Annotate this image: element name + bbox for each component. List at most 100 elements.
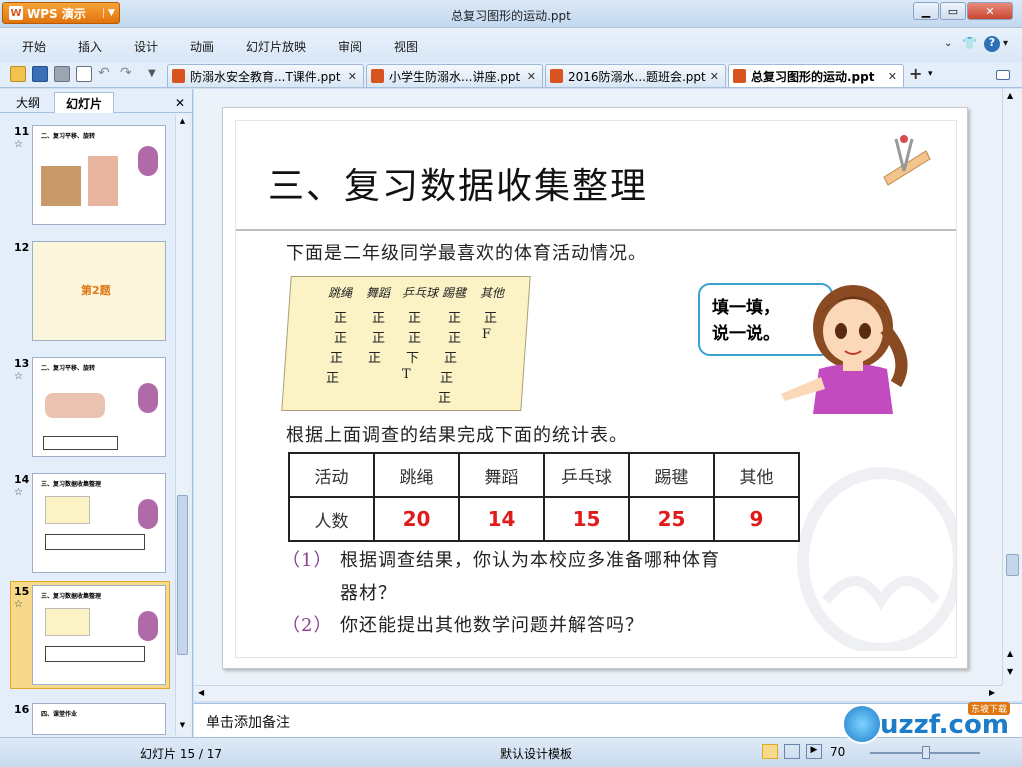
window-title: 总复习图形的运动.ppt <box>451 9 571 23</box>
slide-thumbnail: 四、课堂作业 <box>32 703 166 735</box>
slide-number: 14 <box>14 473 30 486</box>
menu-bar: 开始 插入 设计 动画 幻灯片放映 审阅 视图 ⌄ 👕 ? ▾ <box>0 28 1022 62</box>
doc-tab-label: 2016防溺水...题班会.ppt <box>568 69 706 84</box>
thumb-image <box>45 608 90 636</box>
scroll-left-icon[interactable]: ◀ <box>198 688 204 697</box>
help-icon[interactable]: ? <box>984 36 1000 52</box>
thumb-image <box>41 166 81 206</box>
slide-title: 三、复习数据收集整理 <box>268 166 649 207</box>
table-header-cell: 踢毽 <box>628 452 715 498</box>
tally-mark: 正 <box>448 311 462 326</box>
question-1-text: 根据调查结果，你认为本校应多准备哪种体育 <box>340 550 720 571</box>
print-icon[interactable] <box>54 66 70 82</box>
redo-icon[interactable]: ↷ <box>120 65 136 81</box>
new-tab-icon[interactable]: + <box>909 64 925 83</box>
scroll-right-icon[interactable]: ▶ <box>989 688 995 697</box>
open-icon[interactable] <box>10 66 26 82</box>
close-button[interactable]: ✕ <box>967 2 1013 20</box>
uzzf-watermark-logo: uzzf.com 东坡下载 <box>840 700 1020 750</box>
customize-toolbar-icon[interactable]: ▼ <box>148 68 164 84</box>
thumb-girl-image <box>138 499 158 529</box>
ppt-file-icon <box>172 69 185 83</box>
count-cell: 15 <box>543 496 630 542</box>
menu-insert[interactable]: 插入 <box>78 38 102 55</box>
save-icon[interactable] <box>32 66 48 82</box>
thumb-girl-image <box>138 383 158 413</box>
animation-star-icon: ☆ <box>14 371 23 382</box>
tab-outline[interactable]: 大纲 <box>6 92 50 113</box>
slide-counter: 幻灯片 15 / 17 <box>140 747 223 761</box>
print-preview-icon[interactable] <box>76 66 92 82</box>
table-header-cell: 其他 <box>713 452 800 498</box>
scroll-up-icon[interactable]: ▲ <box>1007 91 1013 100</box>
table-header-cell: 活动 <box>288 452 375 498</box>
menu-animation[interactable]: 动画 <box>190 38 214 55</box>
slide-sorter-view-icon[interactable] <box>784 744 800 759</box>
slide-number: 11 <box>14 125 30 138</box>
title-divider <box>236 229 956 231</box>
normal-view-icon[interactable] <box>762 744 778 759</box>
next-slide-icon[interactable]: ▼ <box>1007 667 1013 676</box>
uzzf-logo-icon <box>842 704 882 744</box>
close-tab-icon[interactable]: ✕ <box>710 70 719 83</box>
doc-tab[interactable]: 小学生防溺水...讲座.ppt ✕ <box>366 64 543 87</box>
notes-placeholder[interactable]: 单击添加备注 <box>206 712 290 732</box>
thumb-title: 二、复习平移、旋转 <box>41 365 96 372</box>
slide-canvas[interactable]: 三、复习数据收集整理 下面是二年级同学最喜欢的体育活动情况。 跳绳 舞蹈 乒乓球… <box>222 107 968 669</box>
thumb-image <box>45 393 105 418</box>
layout-icon[interactable] <box>996 70 1010 80</box>
main-horizontal-scrollbar[interactable]: ◀ ▶ <box>194 685 1002 701</box>
ppt-file-icon <box>733 69 746 83</box>
tally-mark: 正 <box>334 331 348 346</box>
quick-access-toolbar: ↶ ↷ ▼ 防溺水安全教育...T课件.ppt ✕ 小学生防溺水...讲座.pp… <box>0 62 1022 88</box>
doc-tab[interactable]: 2016防溺水...题班会.ppt ✕ <box>545 64 726 87</box>
close-tab-icon[interactable]: ✕ <box>527 70 536 83</box>
count-cell: 14 <box>458 496 545 542</box>
menu-design[interactable]: 设计 <box>134 38 158 55</box>
doc-tab-label: 小学生防溺水...讲座.ppt <box>389 69 521 84</box>
doc-tab-active[interactable]: 总复习图形的运动.ppt ✕ <box>728 64 904 87</box>
slide-thumbnail: 第2题 <box>32 241 166 341</box>
question-2-text: 你还能提出其他数学问题并解答吗？ <box>340 615 644 636</box>
panel-scrollbar[interactable]: ▲ ▼ <box>175 115 189 735</box>
close-tab-icon[interactable]: ✕ <box>348 70 357 83</box>
undo-icon[interactable]: ↶ <box>98 65 114 81</box>
help-dropdown-icon[interactable]: ▾ <box>1003 38 1008 49</box>
menu-slideshow[interactable]: 幻灯片放映 <box>246 38 306 55</box>
tally-mark: 正 <box>330 351 344 366</box>
maximize-button[interactable]: ▭ <box>940 2 966 20</box>
count-cell: 20 <box>373 496 460 542</box>
slideshow-view-icon[interactable]: ▶ <box>806 744 822 759</box>
prev-slide-icon[interactable]: ▲ <box>1007 649 1013 658</box>
tab-slides[interactable]: 幻灯片 <box>54 92 114 113</box>
skin-icon[interactable]: 👕 <box>962 36 977 50</box>
ruler-compass-icon <box>883 135 931 186</box>
thumb-title: 三、复习数据收集整理 <box>41 593 102 600</box>
tally-mark: 正 <box>372 311 386 326</box>
thumb-table <box>45 534 145 550</box>
main-vertical-scrollbar[interactable]: ▲ ▲ ▼ <box>1002 89 1022 685</box>
ppt-file-icon <box>371 69 384 83</box>
thumb-table <box>43 436 118 450</box>
panel-tabs: 大纲 幻灯片 ✕ <box>0 89 192 113</box>
scroll-down-icon[interactable]: ▼ <box>177 721 188 731</box>
scroll-thumb[interactable] <box>1006 554 1019 576</box>
menu-view[interactable]: 视图 <box>394 38 418 55</box>
doc-tab[interactable]: 防溺水安全教育...T课件.ppt ✕ <box>167 64 364 87</box>
slide-thumbnail: 三、复习数据收集整理 <box>32 473 166 573</box>
minimize-button[interactable]: ▁ <box>913 2 939 20</box>
tally-mark: 正 <box>408 331 422 346</box>
close-panel-icon[interactable]: ✕ <box>172 92 188 113</box>
design-template: 默认设计模板 <box>500 747 573 761</box>
ribbon-collapse-icon[interactable]: ⌄ <box>944 38 952 49</box>
tab-list-icon[interactable]: ▾ <box>928 69 944 85</box>
menu-review[interactable]: 审阅 <box>338 38 362 55</box>
scroll-up-icon[interactable]: ▲ <box>177 117 188 127</box>
table-row: 活动 跳绳 舞蹈 乒乓球 踢毽 其他 <box>288 452 800 498</box>
scroll-thumb[interactable] <box>177 495 188 655</box>
tally-mark: 正 <box>408 311 422 326</box>
close-tab-icon[interactable]: ✕ <box>888 70 897 83</box>
thumb-image <box>45 496 90 524</box>
menu-home[interactable]: 开始 <box>22 38 46 55</box>
thumb-title: 二、复习平移、旋转 <box>41 133 96 140</box>
